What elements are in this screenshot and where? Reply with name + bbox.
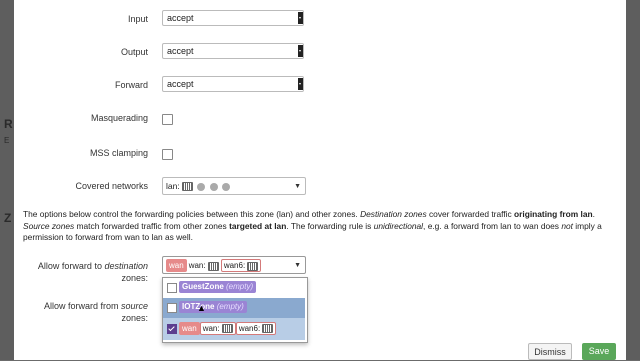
network-icon [262, 324, 274, 334]
zone-settings-modal: Input accept Output accept Forward accep… [14, 0, 626, 360]
forward-policy-value: accept [167, 79, 194, 89]
select-arrow-icon [297, 45, 303, 57]
label-text: Allow forward from [43, 301, 121, 311]
wifi-ghost-icon [209, 182, 218, 191]
option-checkbox[interactable] [167, 303, 177, 313]
dest-zones-dropdown[interactable]: GuestZone (empty) IOTZone (empty) ▲ wan w… [162, 277, 308, 343]
save-button[interactable]: Save [582, 343, 616, 360]
option-checkbox-checked[interactable] [167, 324, 177, 334]
input-policy-value: accept [167, 13, 194, 23]
desc-em: Source zones [23, 220, 75, 231]
backdrop-side: Z [4, 211, 12, 225]
zone-pill-iotzone: IOTZone (empty) [179, 301, 247, 313]
output-policy-select[interactable]: accept [162, 43, 304, 59]
desc-strong: originating from lan [514, 209, 593, 219]
desc-text: , e.g. a forward from lan to wan does [423, 220, 562, 231]
backdrop-heading: R [4, 117, 13, 131]
network-icon [221, 324, 233, 334]
desc-text: The options below control the forwarding… [23, 209, 361, 219]
mouse-cursor-icon: ▲ [197, 303, 206, 313]
source-zones-label: Allow forward from source zones: [14, 300, 148, 324]
select-arrow-icon [297, 78, 303, 90]
dropdown-option-wan[interactable]: wan wan: wan6: [163, 318, 305, 340]
desc-text: cover forwarded traffic [426, 209, 514, 219]
desc-em: not [561, 220, 573, 231]
mss-clamping-checkbox[interactable] [162, 149, 173, 160]
net-tag-wan6: wan6: [220, 259, 262, 273]
net-wan-label: wan: [202, 324, 220, 333]
dropdown-option-iotzone[interactable]: IOTZone (empty) ▲ [163, 298, 305, 318]
wifi-ghost-icon [222, 182, 231, 191]
wan-option-tags: wan wan: wan6: [179, 322, 277, 335]
forward-label: Forward [114, 80, 148, 90]
masquerading-label: Masquerading [90, 113, 148, 123]
zone-tag-wan: wan [166, 259, 187, 273]
chevron-down-icon: ▼ [294, 183, 301, 190]
label-text: zones: [121, 273, 148, 283]
wifi-ghost-icon [197, 182, 206, 191]
select-arrow-icon [297, 12, 303, 24]
output-label: Output [120, 47, 148, 57]
net-wan6-label: wan6: [238, 324, 261, 333]
net-wan-label: wan: [188, 261, 206, 271]
backdrop-right [626, 0, 640, 360]
forwarding-description: The options below control the forwarding… [23, 209, 618, 244]
zone-note: (empty) [216, 302, 244, 311]
backdrop-subtext: E [4, 136, 10, 145]
desc-text: . The forwarding rule is [286, 220, 374, 231]
mss-clamping-label: MSS clamping [89, 148, 148, 158]
dest-zones-select[interactable]: wan wan: wan6: ▼ [162, 256, 306, 274]
masquerading-checkbox[interactable] [162, 114, 173, 125]
dropdown-option-guestzone[interactable]: GuestZone (empty) [163, 278, 305, 298]
chevron-down-icon: ▼ [294, 262, 301, 269]
input-policy-select[interactable]: accept [162, 10, 304, 26]
network-icon [182, 182, 194, 192]
covered-networks-label: Covered networks [75, 181, 148, 191]
zone-name: GuestZone [182, 282, 224, 291]
desc-em: Destination zones [360, 209, 427, 219]
option-checkbox[interactable] [167, 283, 177, 293]
net-wan6-label: wan6: [223, 261, 246, 271]
zone-pill-guestzone: GuestZone (empty) [179, 281, 257, 293]
covered-network-value: lan: [166, 181, 180, 191]
desc-text: . [592, 209, 595, 219]
zone-tag-wan: wan [179, 322, 200, 335]
dest-zones-label: Allow forward to destination zones: [14, 260, 148, 284]
zone-note: (empty) [226, 282, 254, 291]
desc-strong: targeted at lan [229, 220, 287, 231]
input-label: Input [127, 14, 148, 24]
label-em: source [120, 301, 148, 311]
label-text: Allow forward to [37, 261, 105, 271]
net-tag-wan: wan: [199, 322, 236, 335]
output-policy-value: accept [167, 46, 194, 56]
label-text: zones: [121, 313, 148, 323]
desc-text: match forwarded traffic from other zones [74, 220, 230, 231]
forward-policy-select[interactable]: accept [162, 76, 304, 92]
covered-networks-select[interactable]: lan: ▼ [162, 177, 306, 195]
net-tag-wan6: wan6: [235, 322, 277, 335]
network-icon [247, 261, 259, 271]
desc-em: unidirectional [373, 220, 424, 231]
net-tag-group: wan: [186, 260, 221, 272]
backdrop-left [0, 0, 14, 360]
network-icon [207, 261, 219, 271]
dismiss-button[interactable]: Dismiss [528, 343, 572, 360]
label-em: destination [104, 261, 148, 271]
